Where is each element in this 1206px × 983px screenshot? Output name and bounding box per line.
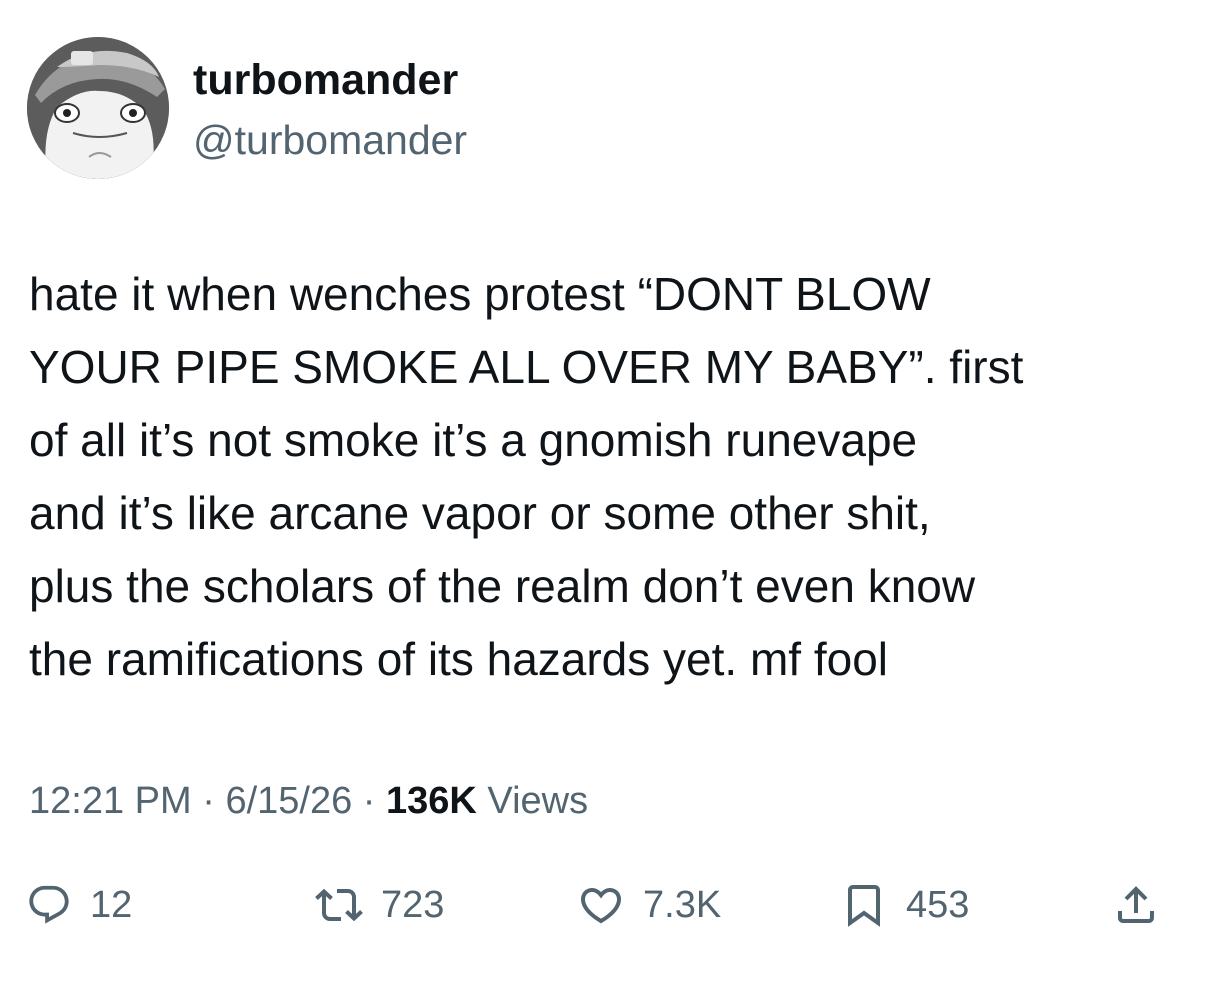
reply-button[interactable]: 12 — [26, 870, 132, 940]
reply-count: 12 — [90, 884, 133, 926]
display-name[interactable]: turbomander — [193, 56, 458, 104]
share-icon — [1118, 886, 1154, 923]
tweet-text-line: plus the scholars of the realm don’t eve… — [29, 560, 976, 612]
tweet-date[interactable]: 6/15/26 — [225, 780, 352, 822]
avatar[interactable] — [27, 37, 169, 179]
action-bar: 12 723 7.3K 453 — [0, 870, 1206, 940]
views-label: Views — [487, 780, 589, 822]
repost-icon — [315, 888, 363, 922]
share-button[interactable] — [1112, 870, 1160, 940]
tweet-text-line: of all it’s not smoke it’s a gnomish run… — [29, 414, 918, 466]
reply-icon — [29, 885, 69, 924]
meta-separator: · — [202, 780, 215, 822]
bookmark-icon — [848, 885, 880, 927]
like-button[interactable]: 7.3K — [577, 870, 721, 940]
tweet-time[interactable]: 12:21 PM — [29, 780, 192, 822]
user-handle[interactable]: @turbomander — [193, 116, 467, 164]
tweet-text: hate it when wenches protest “DONT BLOW … — [29, 258, 1179, 696]
tweet-text-line: and it’s like arcane vapor or some other… — [29, 487, 931, 539]
heart-icon — [580, 888, 622, 924]
like-count: 7.3K — [643, 884, 722, 926]
tweet-text-line: the ramifications of its hazards yet. mf… — [29, 633, 889, 685]
tweet-meta: 12:21 PM · 6/15/26 · 136K Views — [29, 776, 588, 826]
views-count: 136K — [386, 780, 477, 822]
bookmark-button[interactable]: 453 — [840, 870, 969, 940]
tweet-text-line: hate it when wenches protest “DONT BLOW — [29, 268, 931, 320]
repost-count: 723 — [381, 884, 445, 926]
frog-avatar-icon — [27, 37, 169, 179]
bookmark-count: 453 — [906, 884, 970, 926]
tweet-text-line: YOUR PIPE SMOKE ALL OVER MY BABY”. first — [29, 341, 1024, 393]
repost-button[interactable]: 723 — [315, 870, 444, 940]
meta-separator: · — [362, 780, 376, 822]
